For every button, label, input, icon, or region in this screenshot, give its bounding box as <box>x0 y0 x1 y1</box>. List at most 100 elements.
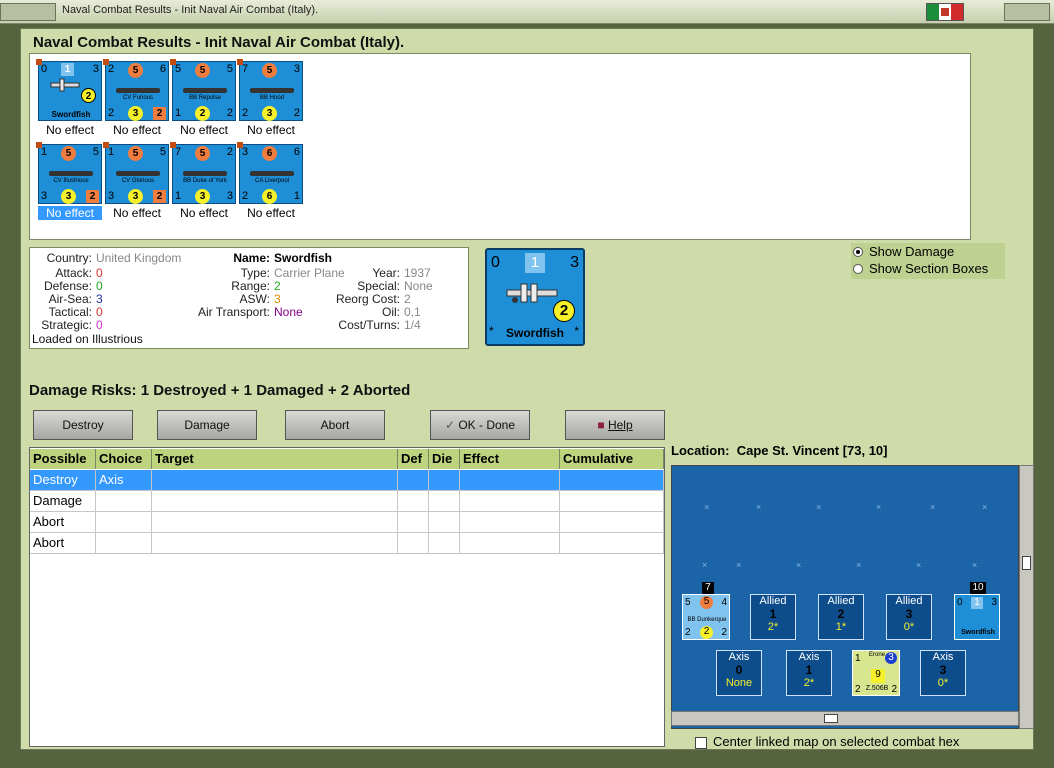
column-header[interactable]: Def <box>398 449 429 469</box>
wave-icon: × <box>796 560 802 570</box>
axis-section-box[interactable]: Axis 3 0* <box>920 650 966 696</box>
horizontal-scroll-thumb[interactable] <box>824 714 838 723</box>
table-row[interactable]: Abort <box>30 512 664 533</box>
table-cell <box>152 533 398 554</box>
damage-button[interactable]: Damage <box>157 410 257 440</box>
table-cell <box>152 512 398 533</box>
ship-counter[interactable]: 5 5 4 BB Dunkerque 2 2 2 <box>682 594 730 640</box>
damage-risks: Damage Risks: 1 Destroyed + 1 Damaged + … <box>29 382 411 399</box>
table-cell <box>460 533 560 554</box>
column-header[interactable]: Effect <box>460 449 560 469</box>
stack-count-badge: 10 <box>970 582 986 594</box>
unit-details: Country: United Kingdom Attack: 0 Defens… <box>29 247 469 349</box>
unit-card[interactable]: 1 5 5 3 3 2 CV Glorious <box>103 142 169 204</box>
bigcard-range: 1 <box>525 253 545 273</box>
map-vertical-scrollbar[interactable] <box>1019 465 1034 729</box>
unit-card[interactable]: 3 6 6 2 6 1 CA Liverpool <box>237 142 303 204</box>
display-options: Show Damage Show Section Boxes <box>851 243 1005 279</box>
table-cell <box>429 533 460 554</box>
tactical-value: 0 <box>96 305 103 319</box>
damage-table: Possible Choice Target Def Die Effect Cumulati… <box>29 447 665 747</box>
ok-done-button[interactable]: ✓ OK - Done <box>430 410 530 440</box>
help-label: Help <box>607 418 633 432</box>
vertical-scroll-thumb[interactable] <box>1022 556 1031 570</box>
destroy-button[interactable]: Destroy <box>33 410 133 440</box>
center-map-label[interactable]: Center linked map on selected combat hex <box>713 734 1003 749</box>
axis-plane-counter[interactable]: 1 Erone 3 9 2 Z.506B 2 <box>852 650 900 696</box>
section-number: 3 <box>905 607 913 621</box>
section-value: None <box>725 677 753 689</box>
show-section-radio[interactable] <box>853 264 863 274</box>
cost-label: Cost/Turns: <box>338 318 400 332</box>
center-map-checkbox[interactable] <box>695 737 707 749</box>
system-menu-button[interactable] <box>0 3 56 21</box>
unit-defense: 5 <box>61 146 76 161</box>
unit-defense: 5 <box>195 63 210 78</box>
column-header[interactable]: Cumulative <box>560 449 664 469</box>
unit-result: No effect <box>46 123 94 137</box>
section-side-label: Allied <box>827 595 855 607</box>
column-header[interactable]: Possible <box>30 449 96 469</box>
unit-defense: 5 <box>128 63 143 78</box>
choice-cell <box>96 533 152 554</box>
unit-name: CV Glorious <box>121 178 155 184</box>
map-horizontal-scrollbar[interactable] <box>671 711 1019 726</box>
table-cell <box>560 491 664 512</box>
unit-card[interactable]: 5 5 5 1 2 2 BB Repulse <box>170 59 236 121</box>
allied-section-box[interactable]: Allied 2 1* <box>818 594 864 640</box>
show-section-label[interactable]: Show Section Boxes <box>869 261 988 276</box>
allied-section-box[interactable]: Allied 3 0* <box>886 594 932 640</box>
abort-button[interactable]: Abort <box>285 410 385 440</box>
name-label: Name: <box>233 251 270 265</box>
asw-value: 3 <box>274 292 281 306</box>
column-header[interactable]: Choice <box>96 449 152 469</box>
ship-defense: 5 <box>700 596 713 609</box>
table-row[interactable]: Abort <box>30 533 664 554</box>
table-cell <box>398 533 429 554</box>
unit-bottom-circle: 3 <box>262 106 277 121</box>
column-header[interactable]: Target <box>152 449 398 469</box>
bigcard-ldc-circle: 2 <box>553 300 575 322</box>
plane-counter[interactable]: 0 1 3 Swordfish <box>954 594 1000 640</box>
show-damage-label[interactable]: Show Damage <box>869 244 954 259</box>
combat-results-dialog: Naval Combat Results - Init Naval Air Co… <box>20 28 1034 750</box>
unit-range: 1 <box>61 63 74 76</box>
unit-result: No effect <box>247 206 295 220</box>
ship-silhouette-icon <box>250 171 294 176</box>
strategic-value: 0 <box>96 318 103 332</box>
unit-card[interactable]: 2 5 6 2 3 2 CV Furious <box>103 59 169 121</box>
special-label: Special: <box>357 279 400 293</box>
oil-value: 0,1 <box>404 305 421 319</box>
unit-card[interactable]: 7 5 2 1 3 3 BB Duke of York <box>170 142 236 204</box>
axis-section-box[interactable]: Axis 1 2* <box>786 650 832 696</box>
range-label: Range: <box>231 279 270 293</box>
unit-speed: 5 <box>226 63 233 75</box>
oil-label: Oil: <box>382 305 400 319</box>
table-row[interactable]: Destroy Axis <box>30 470 664 491</box>
unit-result: No effect <box>247 123 295 137</box>
airtransport-value: None <box>274 305 303 319</box>
loaded-on-label: Loaded on Illustrious <box>32 332 143 346</box>
column-header[interactable]: Die <box>429 449 460 469</box>
special-value: None <box>404 279 433 293</box>
unit-bottom-left: 3 <box>41 190 48 202</box>
section-value: 2* <box>767 621 779 633</box>
ship-silhouette-icon <box>49 171 93 176</box>
unit-card[interactable]: 0 1 3 2 Swordfish <box>36 59 102 121</box>
close-button[interactable] <box>1004 3 1050 21</box>
unit-card[interactable]: 1 5 5 3 3 2 CV Illustrious <box>36 142 102 204</box>
section-number: 3 <box>939 663 947 677</box>
axis-section-box[interactable]: Axis 0 None <box>716 650 762 696</box>
check-icon: ✓ <box>444 418 459 432</box>
show-damage-radio[interactable] <box>853 247 863 257</box>
table-cell <box>429 512 460 533</box>
table-cell <box>429 470 460 491</box>
title-bar: Naval Combat Results - Init Naval Air Co… <box>0 0 1054 24</box>
table-row[interactable]: Damage <box>30 491 664 512</box>
allied-section-box[interactable]: Allied 1 2* <box>750 594 796 640</box>
combat-map[interactable]: × × × × × × × × × × × × 7 10 5 5 4 BB Dunkerque 2 2 2 Allied 1… <box>671 465 1019 729</box>
section-side-label: Allied <box>759 595 787 607</box>
unit-bottom-circle: 3 <box>195 189 210 204</box>
unit-card[interactable]: 7 5 3 2 3 2 BB Hood <box>237 59 303 121</box>
help-button[interactable]: ■ Help <box>565 410 665 440</box>
